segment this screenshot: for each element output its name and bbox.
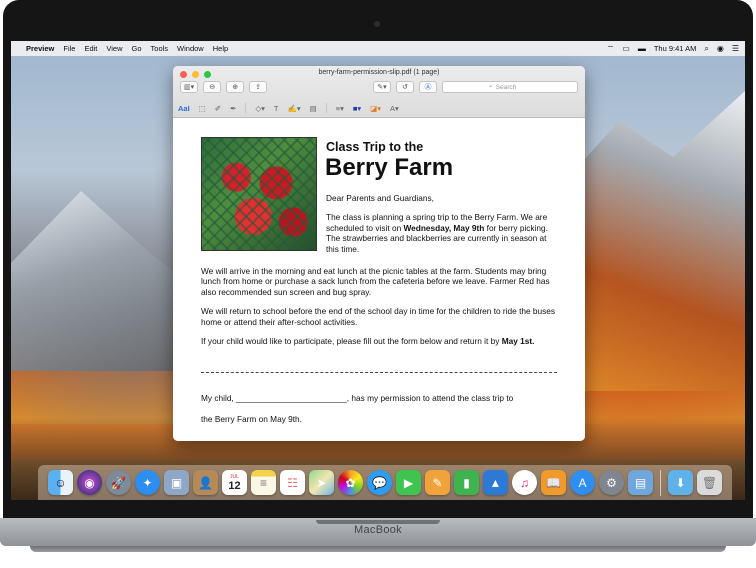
pages-icon[interactable]: ✎ (425, 470, 450, 495)
maps-icon[interactable]: ➤ (309, 470, 334, 495)
preview-window: berry-farm-permission-slip.pdf (1 page) … (173, 66, 585, 441)
rotate-button[interactable]: ↺ (396, 81, 414, 93)
photos-browser-icon[interactable]: ▣ (164, 470, 189, 495)
sketch-icon[interactable]: ✐ (215, 104, 221, 113)
text-icon[interactable]: T (274, 104, 279, 113)
intro-text: Dear Parents and Guardians, The class is… (326, 193, 558, 263)
body-text: We will arrive in the morning and eat lu… (201, 266, 561, 355)
menu-view[interactable]: View (106, 44, 122, 53)
menu-app-name[interactable]: Preview (26, 44, 54, 53)
note-icon[interactable]: ▤ (310, 104, 317, 113)
draw-icon[interactable]: ✒ (230, 104, 236, 113)
ibooks-icon[interactable]: 📖 (541, 470, 566, 495)
zoom-in-button[interactable]: ⊕ (226, 81, 245, 93)
fill-color-icon[interactable]: ◪▾ (370, 104, 381, 113)
sign-icon[interactable]: ✍▾ (288, 104, 301, 113)
menu-window[interactable]: Window (177, 44, 204, 53)
menu-go[interactable]: Go (132, 44, 142, 53)
clock[interactable]: Thu 9:41 AM (654, 44, 697, 53)
app-store-icon[interactable]: A (570, 470, 595, 495)
rect-selection-icon[interactable]: ⬚ (199, 104, 206, 113)
border-color-icon[interactable]: ■▾ (353, 104, 361, 113)
cut-line (201, 372, 557, 373)
heading-big: Berry Farm (325, 154, 454, 181)
heading-small: Class Trip to the (326, 140, 424, 154)
siri-icon[interactable]: ◉ (717, 44, 724, 53)
notification-center-icon[interactable]: ☰ (732, 44, 739, 53)
menu-help[interactable]: Help (213, 44, 228, 53)
window-titlebar[interactable]: berry-farm-permission-slip.pdf (1 page) … (173, 66, 585, 118)
share-button[interactable]: ⇪ (249, 81, 268, 93)
sidebar-button[interactable]: ▥▾ (180, 81, 199, 93)
sidebar-icon: ▥▾ (184, 84, 195, 91)
rotate-icon: ↺ (402, 84, 408, 91)
numbers-icon[interactable]: ▮ (454, 470, 479, 495)
pen-icon: ✎▾ (377, 84, 387, 91)
search-placeholder: Search (495, 83, 517, 91)
siri-icon[interactable]: ◉ (77, 470, 102, 495)
markup-icon: Ⓐ (424, 84, 432, 91)
safari-icon[interactable]: ✦ (135, 470, 160, 495)
spotlight-icon[interactable]: ⌕ (704, 44, 708, 54)
window-title: berry-farm-permission-slip.pdf (1 page) (318, 69, 440, 76)
zoom-out-icon: ⊖ (209, 84, 216, 91)
system-preferences-icon[interactable]: ⚙ (599, 470, 624, 495)
pdf-page[interactable]: Class Trip to the Berry Farm Dear Parent… (173, 118, 585, 441)
form-line-2: the Berry Farm on May 9th. (201, 414, 302, 424)
share-icon: ⇪ (255, 84, 262, 91)
text-selection-icon[interactable]: AaI (178, 104, 190, 113)
laptop-base (30, 546, 726, 552)
photos-icon[interactable]: ✿ (338, 470, 363, 495)
notes-icon[interactable]: ≡ (251, 470, 276, 495)
preview-icon[interactable]: ▤ (628, 470, 653, 495)
screen: Preview File Edit View Go Tools Window H… (11, 41, 745, 500)
strawberries-photo (201, 137, 317, 251)
menu-file[interactable]: File (63, 44, 75, 53)
line-style-icon[interactable]: ≡▾ (336, 104, 344, 113)
zoom-out-button[interactable]: ⊖ (203, 81, 222, 93)
markup-button[interactable]: Ⓐ (419, 81, 437, 93)
markup-toolbar: AaI ⬚ ✐ ✒ ◇▾ T ✍▾ ▤ ≡▾ ■▾ ◪▾ A▾ (178, 101, 580, 115)
camera (374, 21, 380, 27)
form-line-1: My child, ________________________, has … (201, 393, 514, 403)
text-style-icon[interactable]: A▾ (390, 104, 399, 113)
main-toolbar: ▥▾ ⊖ ⊕ ⇪ ✎▾ ↺ Ⓐ ⌕ Search (180, 80, 578, 94)
menu-tools[interactable]: Tools (151, 44, 169, 53)
paragraph-3: If your child would like to participate,… (201, 336, 535, 347)
search-icon: ⌕ (489, 83, 493, 90)
battery-icon[interactable]: ▬ (638, 44, 646, 53)
paragraph-2: We will return to school before the end … (201, 306, 556, 327)
itunes-icon[interactable]: ♫ (512, 470, 537, 495)
facetime-icon[interactable]: ▶ (396, 470, 421, 495)
reminders-icon[interactable]: ☷ (280, 470, 305, 495)
downloads-folder-icon[interactable]: ⬇ (668, 470, 693, 495)
zoom-in-icon: ⊕ (232, 84, 239, 91)
status-area: ⌔ ▭ ▬ Thu 9:41 AM ⌕ ◉ ☰ (607, 44, 739, 54)
shapes-icon[interactable]: ◇▾ (255, 104, 265, 113)
menu-edit[interactable]: Edit (84, 44, 97, 53)
dock: ☺ ◉ 🚀 ✦ ▣ 👤 JUL 12 ≡ ☷ ➤ ✿ 💬 ▶ ✎ ▮ ▲ ♫ 📖 … (38, 465, 732, 500)
finder-icon[interactable]: ☺ (48, 470, 73, 495)
menu-bar: Preview File Edit View Go Tools Window H… (11, 41, 745, 56)
intro-paragraph: The class is planning a spring trip to t… (326, 212, 548, 254)
calendar-icon[interactable]: JUL 12 (222, 470, 247, 495)
messages-icon[interactable]: 💬 (367, 470, 392, 495)
greeting: Dear Parents and Guardians, (326, 193, 434, 203)
contacts-icon[interactable]: 👤 (193, 470, 218, 495)
launchpad-icon[interactable]: 🚀 (106, 470, 131, 495)
search-field[interactable]: ⌕ Search (442, 81, 578, 93)
pen-button[interactable]: ✎▾ (373, 81, 391, 93)
wifi-icon[interactable]: ⌔ (607, 44, 615, 54)
laptop-brand: MacBook (354, 524, 402, 536)
airplay-icon[interactable]: ▭ (622, 44, 630, 53)
paragraph-1: We will arrive in the morning and eat lu… (201, 266, 550, 297)
wallpaper-mountain-right (565, 91, 745, 391)
keynote-icon[interactable]: ▲ (483, 470, 508, 495)
trash-icon[interactable]: 🗑 (697, 470, 722, 495)
